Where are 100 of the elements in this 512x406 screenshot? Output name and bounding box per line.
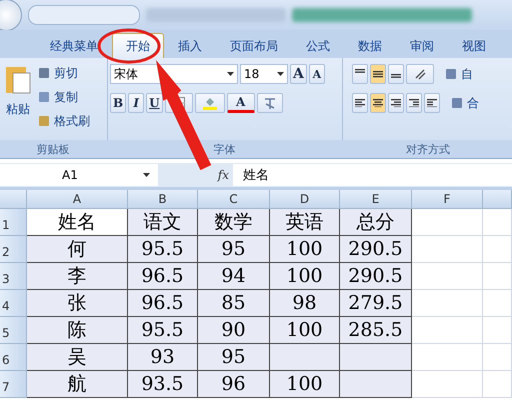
italic-button[interactable]: I (128, 93, 144, 113)
table-cell: 290.5 (340, 263, 412, 290)
table-cell: 98 (270, 290, 340, 317)
decrease-indent-button[interactable] (406, 93, 422, 113)
table-cell (483, 209, 512, 236)
row-header[interactable]: 5 (0, 317, 27, 344)
table-cell: 93.5 (128, 371, 198, 398)
table-cell: 290.5 (340, 236, 412, 263)
group-label: 剪贴板 (0, 140, 107, 158)
table-cell (412, 209, 483, 236)
merge-button[interactable]: 合 (467, 94, 479, 112)
table-cell (483, 290, 512, 317)
row-header[interactable]: 7 (0, 371, 27, 398)
indent-lines-icon (409, 98, 419, 108)
table-cell: 90 (198, 317, 270, 344)
font-name-field[interactable]: 宋体 (110, 64, 238, 84)
align-center-button[interactable] (370, 93, 386, 113)
ribbon-tab[interactable]: 审阅 (396, 33, 448, 58)
clipboard-command[interactable]: 格式刷 (54, 112, 90, 130)
row-header[interactable]: 4 (0, 290, 27, 317)
row-header[interactable]: 2 (0, 236, 27, 263)
column-header[interactable]: E (340, 190, 412, 209)
clipboard-icon[interactable] (5, 64, 31, 94)
font-size-field[interactable]: 18 (240, 64, 288, 84)
table-cell: 96.5 (128, 290, 198, 317)
row-header[interactable]: 1 (0, 209, 27, 236)
group-label: 对齐方式 (342, 140, 512, 158)
bold-button[interactable]: B (110, 93, 126, 113)
paste-button[interactable]: 粘贴 (6, 100, 30, 118)
orientation-button[interactable] (406, 64, 434, 84)
table-cell: 陈 (27, 317, 128, 344)
function-button[interactable]: fx (218, 168, 229, 182)
align-top-button[interactable] (352, 64, 368, 84)
formula-field[interactable]: 姓名 (233, 164, 512, 186)
table-cell: 96.5 (128, 263, 198, 290)
table-cell (412, 236, 483, 263)
table-cell: 李 (27, 263, 128, 290)
align-right-button[interactable] (388, 93, 404, 113)
name-box[interactable]: A1 (0, 164, 158, 186)
group-label: 字体 (107, 140, 342, 158)
wrap-text-button[interactable]: 自 (461, 66, 473, 82)
align-center-icon (373, 98, 383, 108)
caret-icon (227, 72, 234, 76)
row-header[interactable]: 6 (0, 344, 27, 371)
grow-font-button[interactable]: A (290, 64, 307, 84)
ribbon-tab[interactable]: 公式 (292, 33, 344, 58)
column-header[interactable]: B (128, 190, 198, 209)
align-top-icon (355, 69, 365, 73)
ribbon-tab[interactable]: 视图 (448, 33, 500, 58)
table-cell: 96 (198, 371, 270, 398)
ribbon-tab[interactable]: 页面布局 (216, 33, 292, 58)
column-header[interactable]: D (270, 190, 340, 209)
align-middle-button[interactable] (370, 64, 386, 84)
table-cell: 张 (27, 290, 128, 317)
ribbon-tab[interactable]: 数据 (344, 33, 396, 58)
table-cell (340, 344, 412, 371)
font-color-button[interactable]: A (226, 93, 255, 113)
indent-lines-icon (427, 98, 437, 108)
table-cell: 93 (128, 344, 198, 371)
table-cell: 航 (27, 371, 128, 398)
shrink-font-button[interactable]: A (308, 64, 325, 84)
table-cell (340, 371, 412, 398)
table-cell: 英语 (270, 209, 340, 236)
fill-color-button[interactable] (194, 93, 225, 113)
column-header[interactable]: A (27, 190, 128, 209)
align-bottom-button[interactable] (388, 64, 404, 84)
align-middle-icon (373, 71, 383, 78)
table-cell (270, 344, 340, 371)
clipboard-command[interactable]: 复制 (54, 88, 78, 106)
table-cell: 何 (27, 236, 128, 263)
table-cell (412, 263, 483, 290)
caret-icon (143, 173, 150, 177)
paint-bucket-icon (202, 96, 217, 110)
align-right-icon (391, 98, 401, 108)
table-cell: 94 (198, 263, 270, 290)
table-cell: 95.5 (128, 317, 198, 344)
table-cell (483, 236, 512, 263)
table-cell (412, 344, 483, 371)
column-header[interactable]: F (412, 190, 483, 209)
table-cell: 姓名 (27, 209, 128, 236)
table-cell: 100 (270, 371, 340, 398)
row-header[interactable]: 3 (0, 263, 27, 290)
table-cell: 95 (198, 236, 270, 263)
table-cell: 数学 (198, 209, 270, 236)
table-cell: 95 (198, 344, 270, 371)
ribbon-tab[interactable]: 经典菜单 (36, 33, 112, 58)
clipboard-command[interactable]: 剪切 (54, 64, 78, 82)
phonetic-button[interactable] (256, 93, 283, 113)
align-left-button[interactable] (352, 93, 368, 113)
increase-indent-button[interactable] (424, 93, 440, 113)
ribbon-tab[interactable]: 开始 (112, 33, 164, 58)
ribbon-tab[interactable]: 插入 (164, 33, 216, 58)
table-cell: 85 (198, 290, 270, 317)
caret-icon (277, 72, 284, 76)
underline-button[interactable]: U (146, 93, 163, 113)
table-cell: 语文 (128, 209, 198, 236)
table-cell (412, 317, 483, 344)
table-cell: 100 (270, 317, 340, 344)
phonetic-icon (262, 96, 277, 110)
column-header[interactable]: C (198, 190, 270, 209)
